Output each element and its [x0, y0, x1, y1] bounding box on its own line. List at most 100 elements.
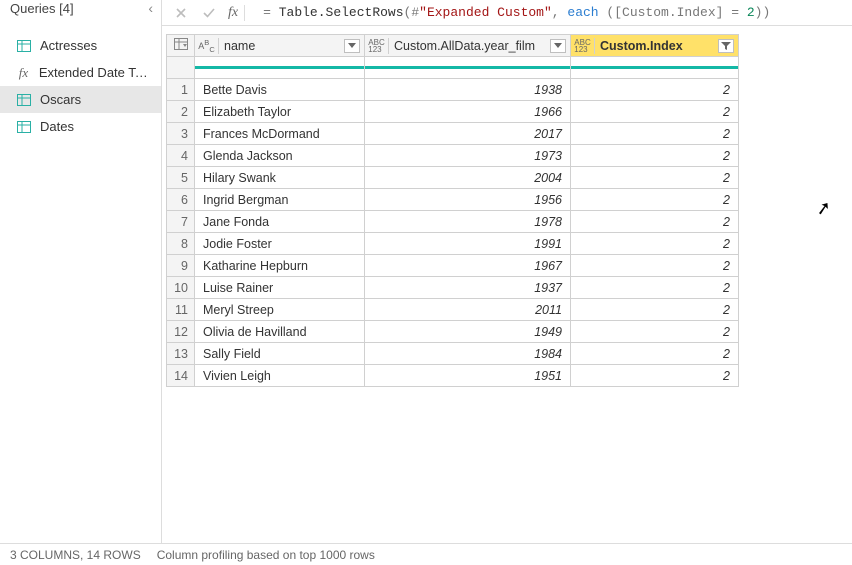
column-header-name[interactable]: ABC name	[195, 35, 365, 57]
row-number[interactable]: 1	[167, 79, 195, 101]
cell-name[interactable]: Sally Field	[195, 343, 365, 365]
status-bar: 3 COLUMNS, 14 ROWS Column profiling base…	[0, 543, 852, 565]
cell-year[interactable]: 1991	[365, 233, 571, 255]
row-number[interactable]: 11	[167, 299, 195, 321]
cell-name[interactable]: Jane Fonda	[195, 211, 365, 233]
table-row[interactable]: 9Katharine Hepburn19672	[167, 255, 739, 277]
table-row[interactable]: 7Jane Fonda19782	[167, 211, 739, 233]
table-corner-button[interactable]	[167, 35, 195, 57]
sidebar-item-label: Dates	[40, 118, 74, 135]
sidebar-item-label: Oscars	[40, 91, 81, 108]
cell-index[interactable]: 2	[571, 233, 739, 255]
cell-name[interactable]: Bette Davis	[195, 79, 365, 101]
column-filter-year[interactable]	[550, 39, 566, 53]
type-any-icon: ABC123	[369, 38, 389, 54]
cell-year[interactable]: 1938	[365, 79, 571, 101]
cell-name[interactable]: Elizabeth Taylor	[195, 101, 365, 123]
type-any-icon: ABC123	[575, 38, 595, 54]
function-icon: fx	[16, 66, 31, 80]
cell-index[interactable]: 2	[571, 123, 739, 145]
cancel-formula-icon[interactable]	[172, 4, 190, 22]
cell-index[interactable]: 2	[571, 343, 739, 365]
table-row[interactable]: 1Bette Davis19382	[167, 79, 739, 101]
table-icon	[16, 120, 32, 134]
cell-index[interactable]: 2	[571, 365, 739, 387]
cell-name[interactable]: Ingrid Bergman	[195, 189, 365, 211]
cell-index[interactable]: 2	[571, 189, 739, 211]
collapse-sidebar-icon[interactable]: ‹	[148, 1, 153, 15]
fx-icon[interactable]: fx	[228, 5, 245, 21]
row-number[interactable]: 3	[167, 123, 195, 145]
table-row[interactable]: 14Vivien Leigh19512	[167, 365, 739, 387]
sidebar-item-oscars[interactable]: Oscars	[0, 86, 161, 113]
row-number[interactable]: 14	[167, 365, 195, 387]
row-number[interactable]: 9	[167, 255, 195, 277]
cell-name[interactable]: Luise Rainer	[195, 277, 365, 299]
table-row[interactable]: 4Glenda Jackson19732	[167, 145, 739, 167]
queries-title: Queries [4]	[10, 1, 74, 16]
row-number[interactable]: 6	[167, 189, 195, 211]
cell-index[interactable]: 2	[571, 277, 739, 299]
cell-index[interactable]: 2	[571, 255, 739, 277]
cell-index[interactable]: 2	[571, 79, 739, 101]
cell-name[interactable]: Frances McDormand	[195, 123, 365, 145]
sidebar-item-actresses[interactable]: Actresses	[0, 32, 161, 59]
cell-year[interactable]: 1949	[365, 321, 571, 343]
cell-index[interactable]: 2	[571, 101, 739, 123]
row-number[interactable]: 5	[167, 167, 195, 189]
formula-bar: fx = Table.SelectRows(#"Expanded Custom"…	[162, 0, 852, 26]
row-number[interactable]: 2	[167, 101, 195, 123]
table-row[interactable]: 6Ingrid Bergman19562	[167, 189, 739, 211]
cell-name[interactable]: Olivia de Havilland	[195, 321, 365, 343]
cell-year[interactable]: 2004	[365, 167, 571, 189]
sidebar-item-dates[interactable]: Dates	[0, 113, 161, 140]
cell-year[interactable]: 1956	[365, 189, 571, 211]
table-row[interactable]: 13Sally Field19842	[167, 343, 739, 365]
cell-year[interactable]: 2011	[365, 299, 571, 321]
status-summary: 3 COLUMNS, 14 ROWS	[10, 548, 141, 562]
table-row[interactable]: 2Elizabeth Taylor19662	[167, 101, 739, 123]
column-filter-name[interactable]	[344, 39, 360, 53]
cell-year[interactable]: 1937	[365, 277, 571, 299]
formula-input[interactable]: = Table.SelectRows(#"Expanded Custom", e…	[257, 2, 846, 23]
table-row[interactable]: 11Meryl Streep20112	[167, 299, 739, 321]
column-header-year[interactable]: ABC123 Custom.AllData.year_film	[365, 35, 571, 57]
cell-index[interactable]: 2	[571, 299, 739, 321]
row-number[interactable]: 13	[167, 343, 195, 365]
sidebar-item-extended-date-table[interactable]: fx Extended Date Table	[0, 59, 161, 86]
table-row[interactable]: 10Luise Rainer19372	[167, 277, 739, 299]
cell-name[interactable]: Hilary Swank	[195, 167, 365, 189]
row-number[interactable]: 10	[167, 277, 195, 299]
cell-year[interactable]: 1966	[365, 101, 571, 123]
cell-index[interactable]: 2	[571, 321, 739, 343]
row-number[interactable]: 12	[167, 321, 195, 343]
table-row[interactable]: 5Hilary Swank20042	[167, 167, 739, 189]
table-row[interactable]: 8Jodie Foster19912	[167, 233, 739, 255]
table-row[interactable]: 3Frances McDormand20172	[167, 123, 739, 145]
cell-year[interactable]: 1951	[365, 365, 571, 387]
cell-year[interactable]: 1978	[365, 211, 571, 233]
cell-name[interactable]: Glenda Jackson	[195, 145, 365, 167]
commit-formula-icon[interactable]	[200, 4, 218, 22]
cell-year[interactable]: 1967	[365, 255, 571, 277]
cell-name[interactable]: Meryl Streep	[195, 299, 365, 321]
table-row[interactable]: 12Olivia de Havilland19492	[167, 321, 739, 343]
data-grid: ABC name ABC123 Custom.	[166, 34, 739, 387]
cell-index[interactable]: 2	[571, 167, 739, 189]
sidebar-item-label: Actresses	[40, 37, 97, 54]
sidebar-item-label: Extended Date Table	[39, 64, 151, 81]
cell-year[interactable]: 2017	[365, 123, 571, 145]
cell-index[interactable]: 2	[571, 211, 739, 233]
type-text-icon: ABC	[199, 38, 219, 54]
column-filter-index[interactable]	[718, 39, 734, 53]
column-header-index[interactable]: ABC123 Custom.Index	[571, 35, 739, 57]
cell-name[interactable]: Jodie Foster	[195, 233, 365, 255]
cell-index[interactable]: 2	[571, 145, 739, 167]
row-number[interactable]: 8	[167, 233, 195, 255]
cell-name[interactable]: Vivien Leigh	[195, 365, 365, 387]
cell-year[interactable]: 1973	[365, 145, 571, 167]
row-number[interactable]: 4	[167, 145, 195, 167]
cell-name[interactable]: Katharine Hepburn	[195, 255, 365, 277]
cell-year[interactable]: 1984	[365, 343, 571, 365]
row-number[interactable]: 7	[167, 211, 195, 233]
